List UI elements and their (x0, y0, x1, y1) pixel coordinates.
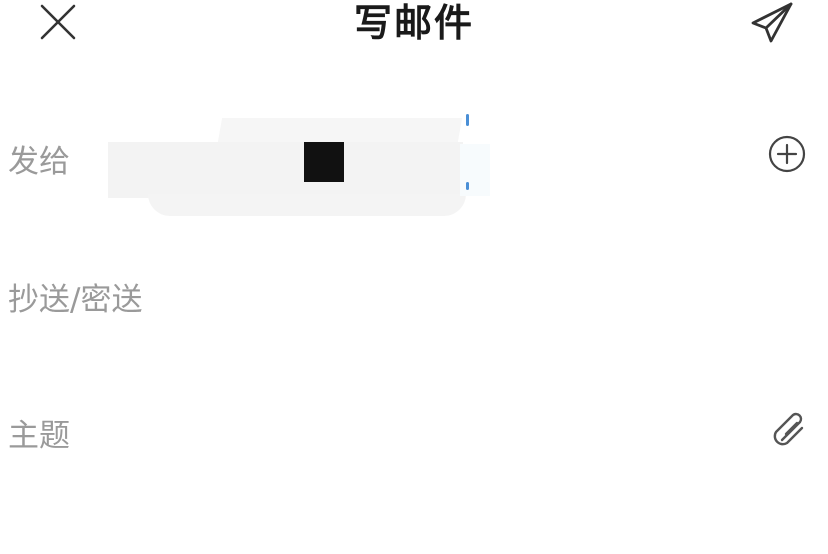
send-icon (751, 2, 793, 43)
compose-mail-screen: 写邮件 发给 抄送/密送 主题 (0, 0, 828, 554)
chip-border (466, 182, 469, 190)
redacted-area (217, 118, 463, 142)
redaction-mark (304, 142, 344, 182)
redacted-area (108, 142, 463, 198)
subject-row[interactable]: 主题 (0, 394, 828, 474)
paperclip-icon (773, 412, 804, 446)
add-recipient-button[interactable] (762, 132, 812, 176)
to-label: 发给 (8, 144, 70, 180)
cc-bcc-row[interactable]: 抄送/密送 (0, 258, 828, 338)
plus-circle-icon (768, 135, 806, 173)
cc-bcc-label: 抄送/密送 (8, 282, 143, 318)
recipient-chip[interactable] (108, 114, 498, 224)
redacted-area (460, 144, 490, 196)
page-title: 写邮件 (353, 1, 474, 45)
subject-label: 主题 (8, 418, 70, 454)
redacted-area (148, 194, 466, 216)
send-button[interactable] (746, 0, 798, 46)
chip-border (466, 114, 469, 126)
attachment-button[interactable] (764, 404, 812, 448)
top-bar: 写邮件 (0, 0, 828, 48)
